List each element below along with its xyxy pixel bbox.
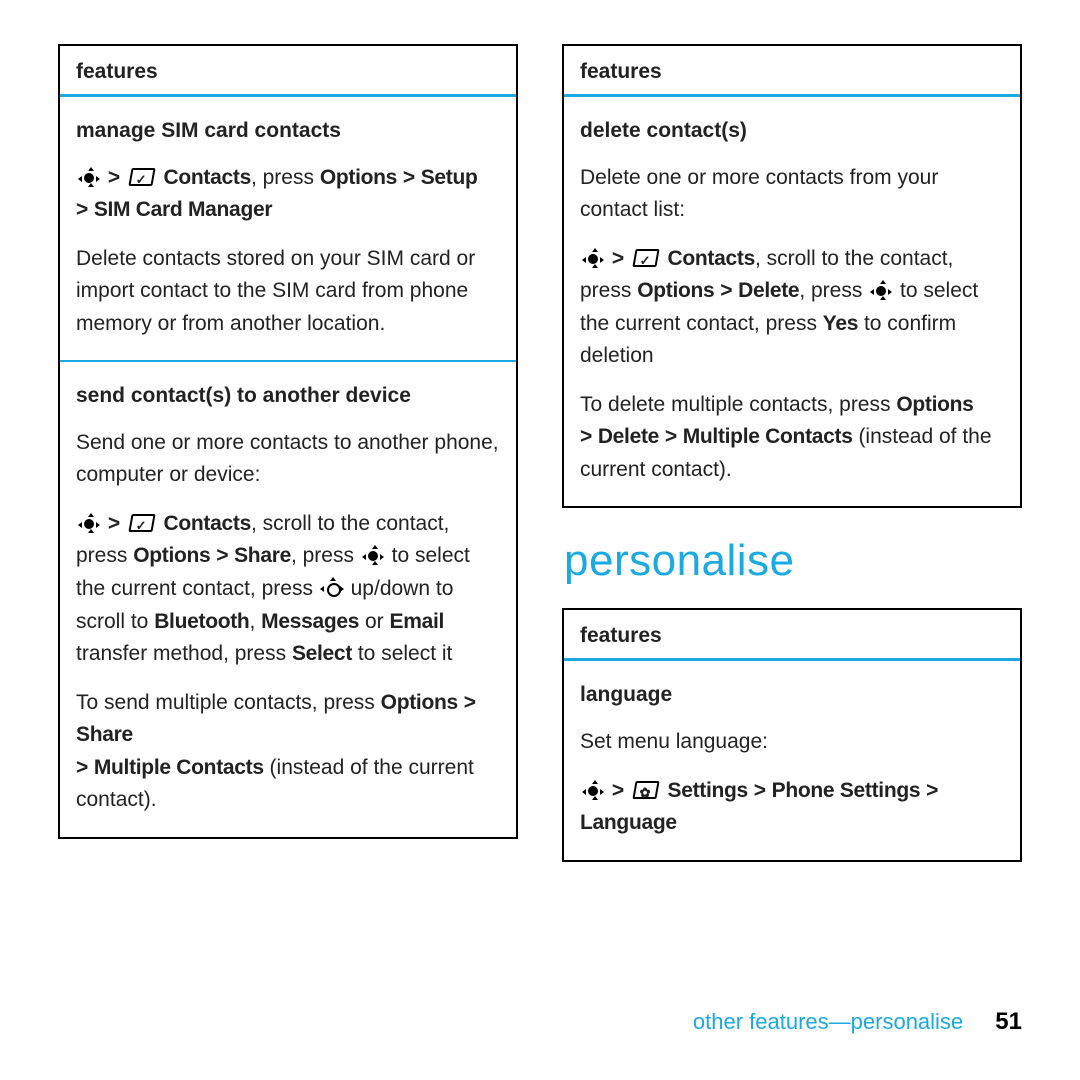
nav-path-sim: > ✓ Contacts, press Options > Setup > SI… bbox=[76, 162, 500, 227]
label-share: Share bbox=[76, 723, 133, 746]
label-select: Select bbox=[292, 642, 352, 665]
label-phone-settings: Phone Settings bbox=[772, 779, 921, 802]
gt: > bbox=[720, 279, 732, 302]
label-delete: Delete bbox=[598, 425, 659, 448]
right-column: features delete contact(s) Delete one or… bbox=[562, 44, 1022, 862]
gt: > bbox=[665, 425, 677, 448]
label-options: Options bbox=[381, 691, 458, 714]
text: transfer method, press bbox=[76, 642, 292, 665]
instructions-delete: > ✓ Contacts, scroll to the contact, pre… bbox=[580, 243, 1004, 373]
footer-breadcrumb: other features—personalise bbox=[693, 1009, 963, 1034]
label-sim-manager: SIM Card Manager bbox=[94, 198, 272, 221]
gt: > bbox=[403, 166, 415, 189]
cell-manage-sim: manage SIM card contacts > ✓ Contacts, p… bbox=[60, 97, 516, 362]
label-settings: Settings bbox=[668, 779, 748, 802]
features-header: features bbox=[564, 610, 1020, 661]
nav-center-icon bbox=[78, 166, 100, 188]
contacts-app-icon: ✓ bbox=[128, 512, 154, 534]
label-options: Options bbox=[637, 279, 714, 302]
features-header: features bbox=[564, 46, 1020, 97]
label-multiple-contacts: Multiple Contacts bbox=[94, 756, 264, 779]
label-contacts: Contacts bbox=[668, 247, 755, 270]
text: , press bbox=[251, 166, 314, 189]
nav-center-icon bbox=[78, 512, 100, 534]
label-email: Email bbox=[389, 610, 444, 633]
settings-app-icon: ✿ bbox=[632, 779, 658, 801]
contacts-app-icon: ✓ bbox=[128, 166, 154, 188]
text: to select it bbox=[352, 642, 452, 665]
nav-center-icon bbox=[870, 279, 892, 301]
subhead-manage-sim: manage SIM card contacts bbox=[76, 115, 500, 148]
gt: > bbox=[108, 512, 120, 535]
label-options: Options bbox=[320, 166, 397, 189]
left-column: features manage SIM card contacts > ✓ Co… bbox=[58, 44, 518, 862]
multi-send: To send multiple contacts, press Options… bbox=[76, 687, 500, 817]
intro-send: Send one or more contacts to another pho… bbox=[76, 427, 500, 492]
label-language: Language bbox=[580, 811, 677, 834]
text: To send multiple contacts, press bbox=[76, 691, 381, 714]
page-body: features manage SIM card contacts > ✓ Co… bbox=[0, 0, 1080, 862]
label-delete: Delete bbox=[738, 279, 799, 302]
gt: > bbox=[612, 247, 624, 270]
nav-center-icon bbox=[582, 247, 604, 269]
nav-center-icon bbox=[362, 544, 384, 566]
gt: > bbox=[108, 166, 120, 189]
features-box-left: features manage SIM card contacts > ✓ Co… bbox=[58, 44, 518, 839]
label-share: Share bbox=[234, 544, 291, 567]
features-header: features bbox=[60, 46, 516, 97]
label-setup: Setup bbox=[421, 166, 478, 189]
section-title-personalise: personalise bbox=[564, 536, 1022, 586]
instructions-send: > ✓ Contacts, scroll to the contact, pre… bbox=[76, 508, 500, 671]
text: To delete multiple contacts, press bbox=[580, 393, 896, 416]
text: , press bbox=[291, 544, 360, 567]
text: , press bbox=[799, 279, 868, 302]
cell-delete-contacts: delete contact(s) Delete one or more con… bbox=[564, 97, 1020, 506]
gt: > bbox=[754, 779, 766, 802]
nav-ring-icon bbox=[321, 577, 343, 599]
gt: > bbox=[612, 779, 624, 802]
label-messages: Messages bbox=[261, 610, 359, 633]
intro-delete: Delete one or more contacts from your co… bbox=[580, 162, 1004, 227]
text: , bbox=[249, 610, 261, 633]
nav-center-icon bbox=[582, 779, 604, 801]
features-box-personalise: features language Set menu language: > ✿… bbox=[562, 608, 1022, 861]
gt: > bbox=[76, 756, 88, 779]
subhead-send-contacts: send contact(s) to another device bbox=[76, 380, 500, 413]
label-multiple-contacts: Multiple Contacts bbox=[683, 425, 853, 448]
label-contacts: Contacts bbox=[164, 166, 251, 189]
features-box-right: features delete contact(s) Delete one or… bbox=[562, 44, 1022, 508]
gt: > bbox=[76, 198, 88, 221]
cell-language: language Set menu language: > ✿ Settings… bbox=[564, 661, 1020, 859]
body-manage-sim: Delete contacts stored on your SIM card … bbox=[76, 243, 500, 341]
label-bluetooth: Bluetooth bbox=[154, 610, 249, 633]
label-options: Options bbox=[896, 393, 973, 416]
nav-path-language: > ✿ Settings > Phone Settings > Language bbox=[580, 775, 1004, 840]
cell-send-contacts: send contact(s) to another device Send o… bbox=[60, 362, 516, 837]
page-number: 51 bbox=[995, 1008, 1022, 1035]
gt: > bbox=[580, 425, 592, 448]
gt: > bbox=[926, 779, 938, 802]
label-yes: Yes bbox=[823, 312, 858, 335]
page-footer: other features—personalise 51 bbox=[693, 1008, 1022, 1036]
subhead-language: language bbox=[580, 679, 1004, 712]
intro-language: Set menu language: bbox=[580, 726, 1004, 759]
subhead-delete: delete contact(s) bbox=[580, 115, 1004, 148]
label-contacts: Contacts bbox=[164, 512, 251, 535]
gt: > bbox=[216, 544, 228, 567]
text: or bbox=[359, 610, 389, 633]
contacts-app-icon: ✓ bbox=[632, 247, 658, 269]
multi-delete: To delete multiple contacts, press Optio… bbox=[580, 389, 1004, 487]
gt: > bbox=[464, 691, 476, 714]
label-options: Options bbox=[133, 544, 210, 567]
